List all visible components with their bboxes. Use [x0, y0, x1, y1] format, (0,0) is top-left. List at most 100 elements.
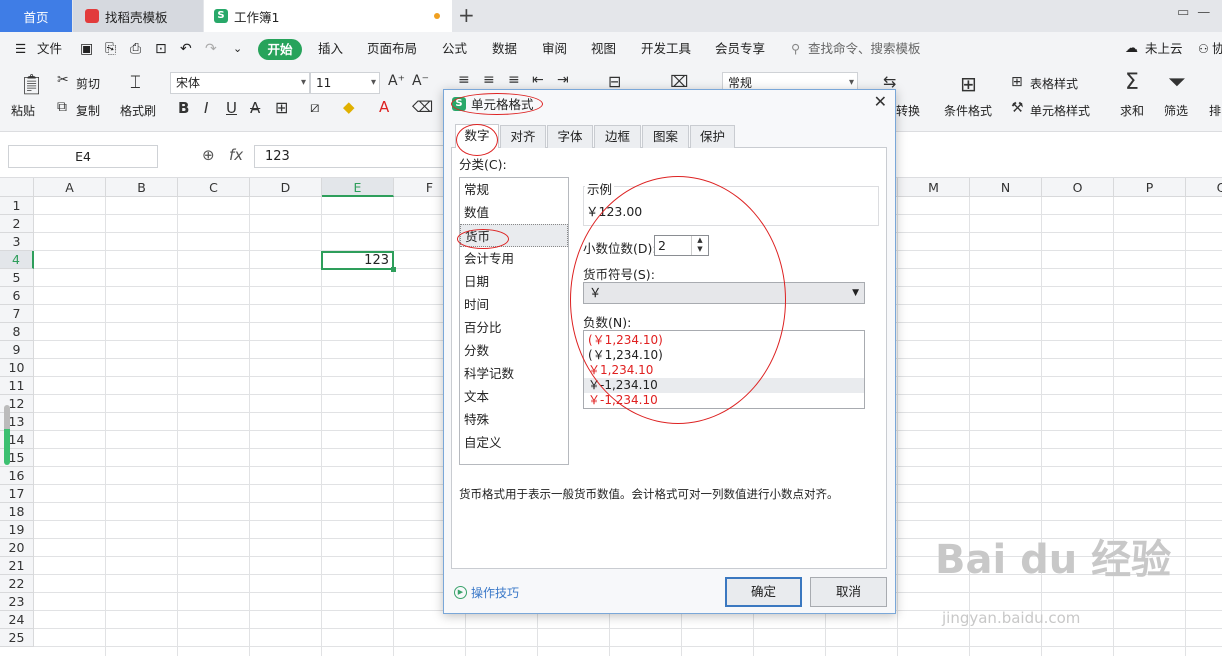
cancel-button[interactable]: 取消	[810, 577, 887, 607]
row-header[interactable]: 24	[0, 611, 34, 629]
table-style-button[interactable]: 表格样式	[1030, 75, 1078, 92]
print-preview-icon[interactable]: ⊡	[155, 32, 167, 66]
column-header[interactable]: O	[1042, 178, 1114, 197]
redo-icon[interactable]: ↷	[205, 32, 217, 66]
row-header[interactable]: 18	[0, 503, 34, 521]
row-header[interactable]: 19	[0, 521, 34, 539]
row-header[interactable]: 11	[0, 377, 34, 395]
category-item[interactable]: 会计专用	[460, 247, 568, 270]
column-header[interactable]: C	[178, 178, 250, 197]
menu-review[interactable]: 审阅	[542, 32, 567, 66]
conditional-format-button[interactable]: 条件格式	[944, 102, 992, 119]
minimize-icon[interactable]: —	[1197, 5, 1210, 27]
row-header[interactable]: 3	[0, 233, 34, 251]
category-item[interactable]: 自定义	[460, 431, 568, 454]
menu-member[interactable]: 会员专享	[715, 32, 765, 66]
category-item[interactable]: 百分比	[460, 316, 568, 339]
filter-button[interactable]: 筛选	[1164, 102, 1188, 119]
menu-data[interactable]: 数据	[492, 32, 517, 66]
cut-button[interactable]: 剪切	[76, 75, 100, 92]
row-header[interactable]: 8	[0, 323, 34, 341]
column-header[interactable]: D	[250, 178, 322, 197]
indent-decrease-icon[interactable]: ⇤	[532, 72, 544, 88]
dialog-tab[interactable]: 图案	[642, 125, 689, 148]
row-header[interactable]: 22	[0, 575, 34, 593]
category-item[interactable]: 日期	[460, 270, 568, 293]
italic-icon[interactable]: I	[204, 99, 208, 117]
sum-button[interactable]: 求和	[1120, 102, 1144, 119]
bold-icon[interactable]: B	[178, 99, 189, 117]
paste-button[interactable]: 粘贴	[11, 102, 35, 119]
clear-icon[interactable]: ⌫	[412, 98, 433, 116]
tips-link[interactable]: ▶ 操作技巧	[454, 584, 519, 601]
dialog-tab[interactable]: 对齐	[500, 125, 546, 148]
row-header[interactable]: 4	[0, 251, 34, 269]
column-header[interactable]: P	[1114, 178, 1186, 197]
select-all-corner[interactable]	[0, 178, 34, 197]
fx-icon[interactable]: fx	[229, 146, 243, 164]
menu-collab[interactable]: 协	[1212, 32, 1222, 66]
dialog-tab[interactable]: 保护	[690, 125, 735, 148]
column-header[interactable]: Q	[1186, 178, 1222, 197]
menu-file[interactable]: 文件	[37, 32, 62, 66]
search-command-input[interactable]: 查找命令、搜索模板	[808, 32, 921, 66]
row-header[interactable]: 9	[0, 341, 34, 359]
tab-template[interactable]: 找稻壳模板	[73, 0, 203, 32]
formula-input[interactable]: 123	[254, 145, 444, 168]
font-name-select[interactable]: 宋体	[170, 72, 310, 94]
category-item[interactable]: 科学记数	[460, 362, 568, 385]
align-top-icon[interactable]: ≡	[458, 72, 470, 88]
active-cell-e4[interactable]: 123	[321, 251, 394, 270]
tab-home[interactable]: 首页	[0, 0, 72, 32]
tab-workbook[interactable]: S 工作簿1	[204, 0, 452, 32]
row-header[interactable]: 1	[0, 197, 34, 215]
column-header[interactable]: A	[34, 178, 106, 197]
ok-button[interactable]: 确定	[725, 577, 802, 607]
paste-icon[interactable]: 📋︎	[19, 72, 44, 96]
close-icon[interactable]: ✕	[874, 92, 887, 111]
tile-window-icon[interactable]: ▭	[1177, 5, 1189, 27]
undo-icon[interactable]: ↶	[180, 32, 192, 66]
cell-style-button[interactable]: 单元格样式	[1030, 102, 1090, 119]
menu-insert[interactable]: 插入	[318, 32, 343, 66]
menu-dev-tools[interactable]: 开发工具	[641, 32, 691, 66]
menu-view[interactable]: 视图	[591, 32, 616, 66]
strikethrough-icon[interactable]: A	[250, 99, 260, 117]
decrease-font-icon[interactable]: A⁻	[412, 73, 429, 89]
menu-page-layout[interactable]: 页面布局	[367, 32, 417, 66]
category-item[interactable]: 文本	[460, 385, 568, 408]
save-icon[interactable]: ▣	[80, 32, 93, 66]
row-header[interactable]: 25	[0, 629, 34, 647]
category-item[interactable]: 特殊	[460, 408, 568, 431]
cloud-status[interactable]: 未上云	[1145, 32, 1183, 66]
dialog-tab[interactable]: 字体	[547, 125, 593, 148]
collab-icon[interactable]: ⚇	[1198, 32, 1209, 66]
menu-start[interactable]: 开始	[258, 39, 302, 60]
menu-formula[interactable]: 公式	[442, 32, 467, 66]
fill-handle[interactable]	[391, 267, 396, 272]
sort-button[interactable]: 排	[1209, 102, 1221, 119]
name-box[interactable]: E4	[8, 145, 158, 168]
fill-pattern-icon[interactable]: ⧄	[310, 98, 320, 116]
row-header[interactable]: 21	[0, 557, 34, 575]
row-header[interactable]: 6	[0, 287, 34, 305]
column-header[interactable]: B	[106, 178, 178, 197]
new-tab-button[interactable]: +	[458, 3, 475, 27]
border-icon[interactable]: ⊞	[275, 98, 288, 117]
category-item[interactable]: 数值	[460, 201, 568, 224]
align-middle-icon[interactable]: ≡	[483, 72, 495, 88]
align-bottom-icon[interactable]: ≡	[508, 72, 520, 88]
zoom-icon[interactable]: ⊕	[202, 146, 215, 164]
row-header[interactable]: 7	[0, 305, 34, 323]
font-color-icon[interactable]: A	[379, 98, 389, 116]
convert-button[interactable]: 转换	[896, 102, 920, 119]
font-size-select[interactable]: 11	[310, 72, 380, 94]
quick-access-dropdown-icon[interactable]: ⌄	[233, 32, 242, 66]
dialog-tab[interactable]: 边框	[594, 125, 641, 148]
column-header[interactable]: M	[898, 178, 970, 197]
row-header[interactable]: 17	[0, 485, 34, 503]
print-icon[interactable]: ⎙	[130, 32, 141, 66]
format-painter-button[interactable]: 格式刷	[120, 102, 156, 119]
category-item[interactable]: 时间	[460, 293, 568, 316]
column-header[interactable]: E	[322, 178, 394, 197]
